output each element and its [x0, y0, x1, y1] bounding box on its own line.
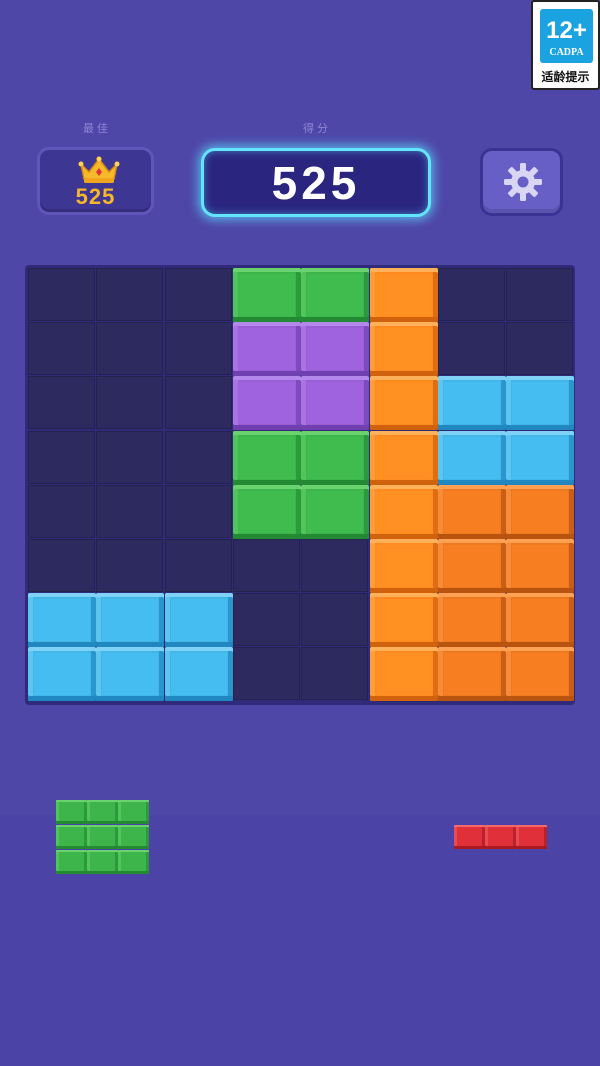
best-score-box: 525: [37, 147, 154, 215]
placed-block-orange2: [437, 539, 506, 593]
placed-block-green: [232, 430, 301, 485]
placed-block-orange2: [437, 484, 506, 539]
piece-block: [56, 825, 87, 849]
placed-block-orange2: [506, 539, 575, 593]
placed-block-green: [301, 268, 370, 322]
board-cell[interactable]: [232, 539, 300, 592]
placed-block-orange: [369, 539, 438, 593]
placed-block-purple: [301, 322, 370, 377]
board-cell[interactable]: [301, 647, 369, 701]
board-cell[interactable]: [28, 484, 95, 538]
gear-icon: [504, 163, 542, 201]
board-cell[interactable]: [506, 322, 574, 376]
board-cell[interactable]: [96, 430, 164, 484]
piece-block: [56, 800, 87, 824]
board-cell[interactable]: [28, 268, 95, 321]
placed-block-orange: [369, 647, 438, 702]
board-cell[interactable]: [164, 322, 232, 376]
board-cell[interactable]: [96, 484, 164, 538]
piece-block: [118, 800, 149, 824]
board-cell[interactable]: [164, 539, 232, 592]
age-rating-badge: 12+ CADPA 适龄提示: [531, 0, 600, 90]
placed-block-blue: [164, 593, 233, 648]
age-rating-tip: 适龄提示: [541, 70, 590, 84]
age-rating-number: 12+: [546, 17, 587, 44]
placed-block-blue: [437, 376, 506, 431]
placed-block-green: [232, 268, 301, 322]
placed-block-green: [232, 484, 301, 539]
board-cell[interactable]: [28, 376, 95, 430]
board-cell[interactable]: [96, 268, 164, 321]
placed-block-blue: [96, 593, 165, 648]
placed-block-orange: [369, 593, 438, 648]
placed-block-orange: [369, 484, 438, 539]
placed-block-purple: [232, 322, 301, 377]
board-cell[interactable]: [164, 430, 232, 484]
settings-button[interactable]: [480, 148, 563, 216]
board-cell[interactable]: [96, 376, 164, 430]
placed-block-orange2: [506, 593, 575, 648]
board-cell[interactable]: [437, 322, 505, 376]
piece-block: [87, 800, 118, 824]
score-label: 得分: [303, 122, 331, 135]
board-cell[interactable]: [96, 322, 164, 376]
age-rating-icon: 12+ CADPA: [540, 9, 593, 63]
placed-block-purple: [301, 376, 370, 431]
placed-block-green: [301, 430, 370, 485]
crown-icon: [78, 156, 120, 183]
placed-block-blue: [506, 430, 575, 485]
board-cell[interactable]: [301, 539, 369, 592]
best-score-value: 525: [75, 184, 116, 209]
board-cell[interactable]: [164, 484, 232, 538]
placed-block-orange2: [506, 484, 575, 539]
board-cell[interactable]: [232, 647, 300, 701]
piece-block: [454, 825, 485, 849]
placed-block-blue: [437, 430, 506, 485]
placed-block-blue: [506, 376, 575, 431]
piece-block: [87, 825, 118, 849]
board-cell[interactable]: [164, 268, 232, 321]
placed-block-orange2: [506, 647, 575, 702]
score-box: 525: [201, 148, 431, 217]
board-cell[interactable]: [301, 593, 369, 647]
board-cell[interactable]: [28, 539, 95, 592]
placed-block-orange2: [437, 647, 506, 702]
placed-block-orange: [369, 376, 438, 431]
board-cell[interactable]: [28, 322, 95, 376]
game-board[interactable]: [25, 265, 575, 705]
piece-block: [87, 850, 118, 874]
board-cell[interactable]: [506, 268, 574, 321]
placed-block-orange2: [437, 593, 506, 648]
placed-block-blue: [96, 647, 165, 702]
piece-block: [516, 825, 547, 849]
age-rating-org: CADPA: [549, 47, 584, 58]
placed-block-blue: [164, 647, 233, 702]
piece-block: [118, 825, 149, 849]
piece-block: [56, 850, 87, 874]
board-cell[interactable]: [437, 268, 505, 321]
placed-block-purple: [232, 376, 301, 431]
piece-block: [118, 850, 149, 874]
board-cell[interactable]: [164, 376, 232, 430]
placed-block-green: [301, 484, 370, 539]
placed-block-blue: [28, 647, 96, 702]
best-label: 最佳: [83, 122, 111, 135]
placed-block-orange: [369, 430, 438, 485]
score-value: 525: [271, 157, 361, 209]
piece-block: [485, 825, 516, 849]
board-cell[interactable]: [232, 593, 300, 647]
placed-block-orange: [369, 322, 438, 377]
placed-block-orange: [369, 268, 438, 322]
placed-block-blue: [28, 593, 96, 648]
board-cell[interactable]: [28, 430, 95, 484]
board-cell[interactable]: [96, 539, 164, 592]
